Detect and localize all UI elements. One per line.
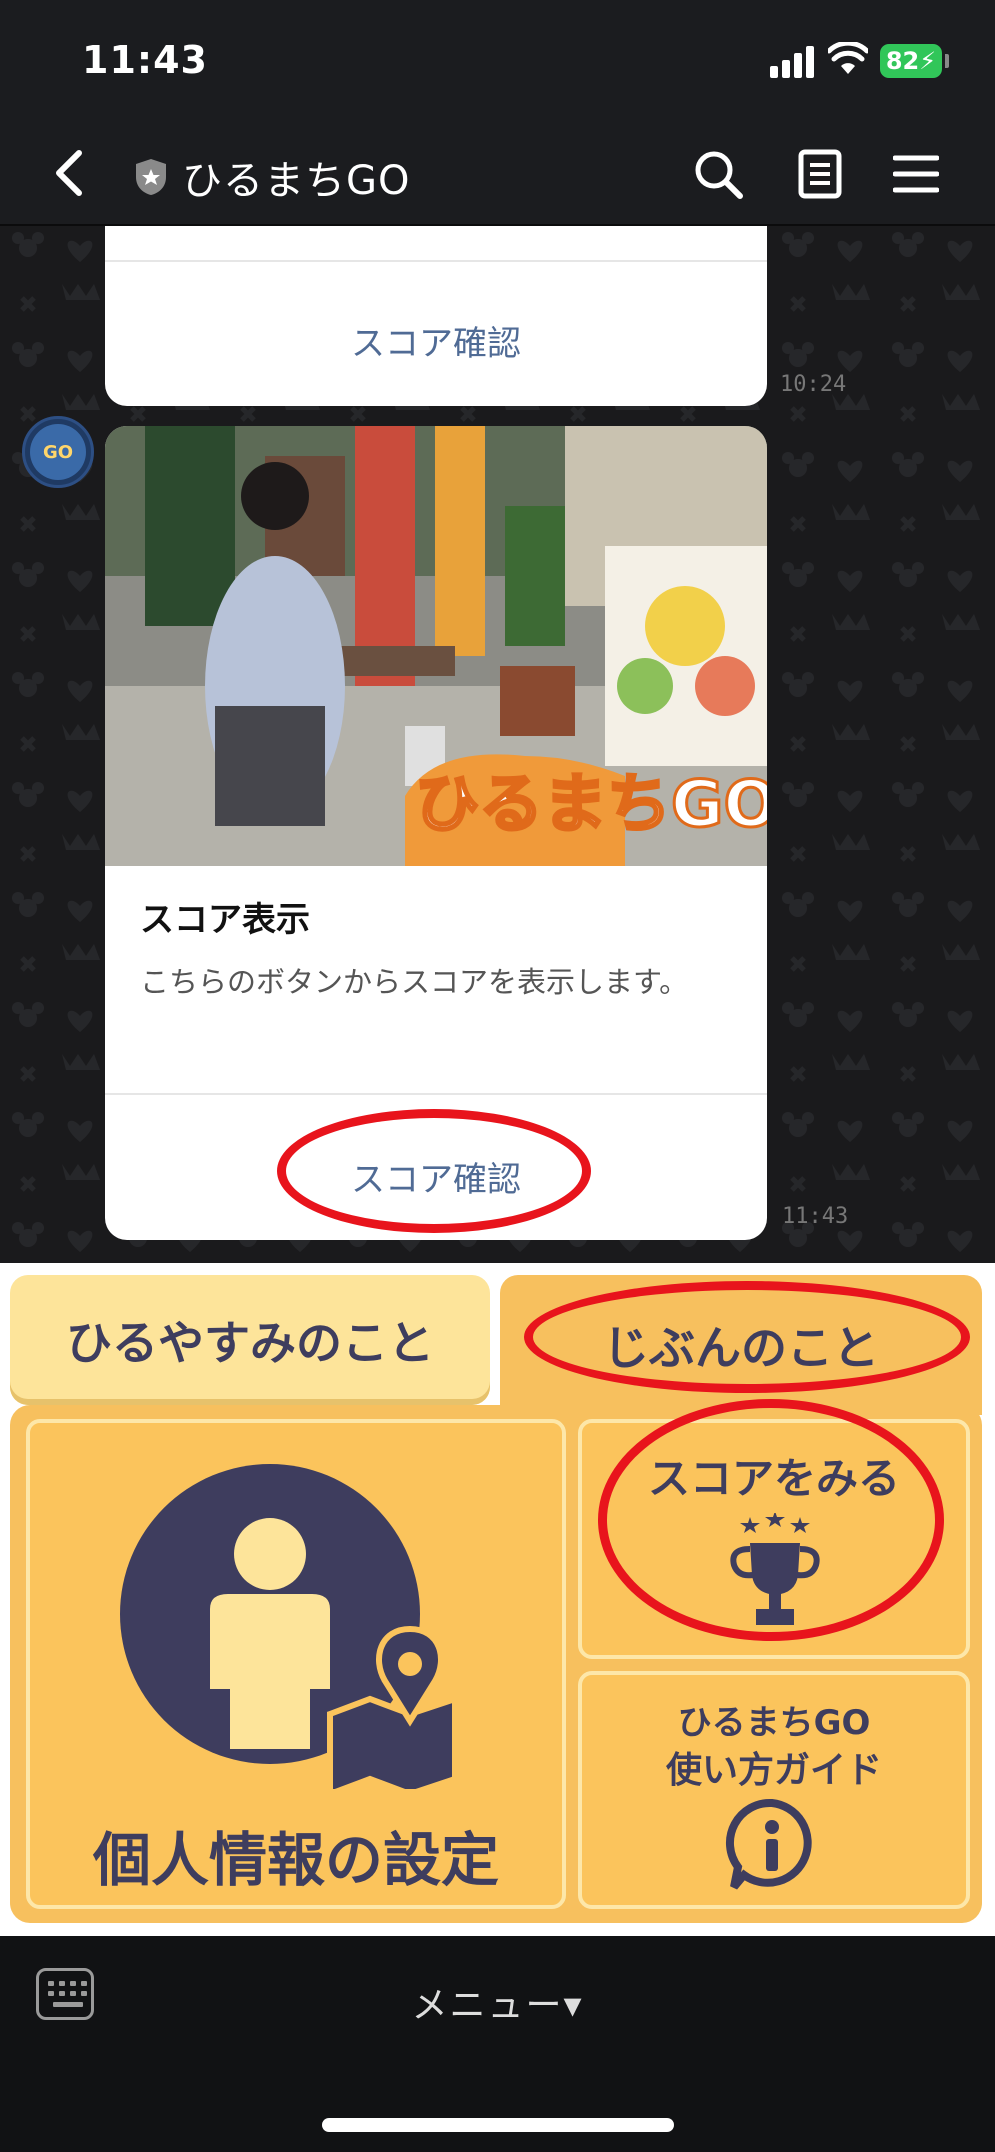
prev-score-check-button[interactable]: スコア確認: [105, 316, 767, 365]
guide-label-line1: ひるまちGO: [677, 1703, 871, 1743]
chevron-left-icon: [56, 150, 82, 196]
avatar-logo: GO: [30, 424, 86, 480]
card-divider: [105, 260, 767, 262]
bottom-bar: メニュー▾: [0, 1936, 995, 2152]
card-description: こちらのボタンからスコアを表示します。: [140, 965, 689, 999]
menu-button[interactable]: [886, 146, 946, 202]
home-indicator[interactable]: [322, 2118, 674, 2132]
card-title: スコア表示: [140, 900, 310, 940]
chat-title: ひるまちGO: [134, 148, 410, 206]
chat-header: ひるまちGO: [0, 120, 995, 226]
signal-icon: [770, 46, 816, 78]
profile-settings-label: 個人情報の設定: [92, 1826, 499, 1894]
highlight-oval: [524, 1281, 970, 1393]
card-divider: [105, 1093, 767, 1095]
info-icon: [725, 1798, 812, 1890]
card-photo: ひるまちGO: [105, 426, 767, 866]
official-shield-icon: [136, 159, 166, 195]
chat-area[interactable]: スコア確認 10:24 GO ひるまちGO スコア表示 こちらのボタンからスコア…: [0, 226, 995, 1263]
highlight-oval: [598, 1399, 944, 1641]
hamburger-icon: [893, 155, 939, 193]
wifi-icon: [828, 42, 868, 74]
notes-icon: [798, 149, 842, 199]
card-photo-caption: ひるまちGO: [415, 768, 767, 842]
bot-avatar[interactable]: GO: [22, 416, 94, 488]
search-button[interactable]: [688, 146, 748, 202]
profile-settings-button[interactable]: 個人情報の設定: [26, 1419, 566, 1909]
battery-icon: 82 ⚡: [880, 44, 942, 78]
back-button[interactable]: [40, 142, 96, 204]
message-time: 11:43: [782, 1204, 849, 1229]
previous-message-card: スコア確認: [105, 226, 767, 406]
status-time: 11:43: [82, 38, 208, 82]
rich-menu: ひるやすみのこと じぶんのこと 個人情報の設定 スコアをみる ひるまちGO 使い…: [0, 1263, 995, 1936]
search-icon: [695, 151, 743, 199]
battery-level: 82: [885, 47, 920, 75]
battery-tip: [945, 54, 949, 68]
tab-hiruyasumi[interactable]: ひるやすみのこと: [10, 1275, 490, 1405]
rich-menu-toggle[interactable]: メニュー▾: [0, 1976, 995, 2028]
message-time: 10:24: [780, 372, 847, 397]
highlight-oval: [277, 1109, 591, 1233]
notes-button[interactable]: [790, 146, 850, 202]
status-bar: 11:43 82 ⚡: [0, 0, 995, 120]
chat-title-text: ひるまちGO: [182, 158, 411, 204]
guide-label-line2: 使い方ガイド: [665, 1750, 882, 1791]
person-map-icon: [120, 1464, 458, 1789]
usage-guide-button[interactable]: ひるまちGO 使い方ガイド: [578, 1671, 970, 1909]
